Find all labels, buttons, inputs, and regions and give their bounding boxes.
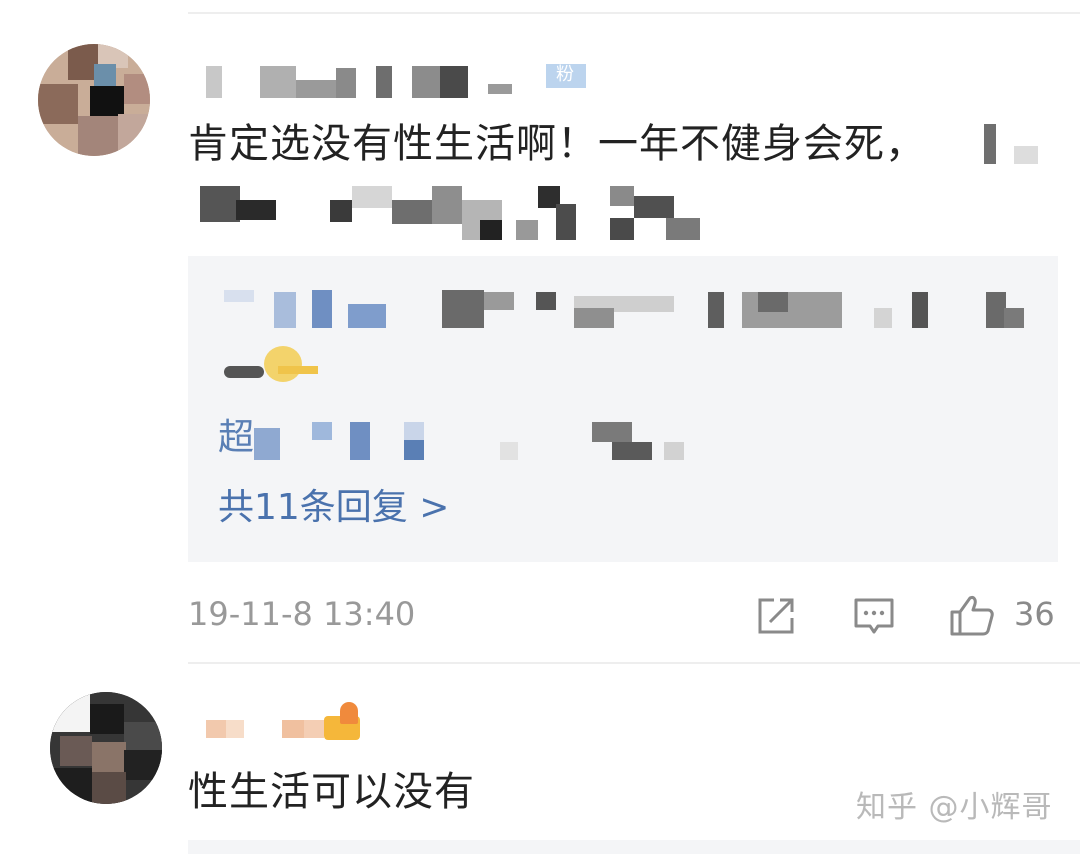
top-divider bbox=[188, 12, 1080, 14]
blurred-text-fragment bbox=[984, 124, 996, 164]
view-replies-link[interactable]: 共11条回复 > bbox=[218, 486, 449, 530]
reply-preview-line: 超 bbox=[218, 416, 684, 460]
reply-author-prefix[interactable]: 超 bbox=[218, 416, 254, 460]
thumbs-up-icon[interactable] bbox=[948, 594, 996, 638]
comment-divider bbox=[188, 662, 1080, 664]
watermark: 知乎 @小辉哥 bbox=[856, 790, 1053, 825]
next-reply-box-edge bbox=[188, 840, 1080, 854]
avatar[interactable] bbox=[38, 44, 150, 156]
share-icon[interactable] bbox=[754, 594, 798, 638]
reply-preview-line bbox=[218, 340, 418, 384]
reply-preview-line bbox=[218, 284, 1038, 328]
emoji-icon bbox=[264, 346, 302, 382]
comment-icon[interactable] bbox=[852, 594, 896, 638]
username-blurred[interactable] bbox=[200, 700, 380, 740]
fan-badge: 粉 bbox=[556, 64, 574, 85]
timestamp: 19-11-8 13:40 bbox=[188, 595, 416, 633]
like-count: 36 bbox=[1014, 595, 1055, 633]
reply-preview-box[interactable]: 超 共11条回复 > bbox=[188, 256, 1058, 562]
blurred-text-fragment bbox=[1014, 146, 1038, 164]
username-blurred[interactable]: 粉 bbox=[200, 60, 600, 100]
comment-text: 肯定选没有性生活啊！一年不健身会死， bbox=[188, 121, 926, 167]
avatar[interactable] bbox=[50, 692, 162, 804]
comment-text: 性生活可以没有 bbox=[188, 769, 475, 815]
